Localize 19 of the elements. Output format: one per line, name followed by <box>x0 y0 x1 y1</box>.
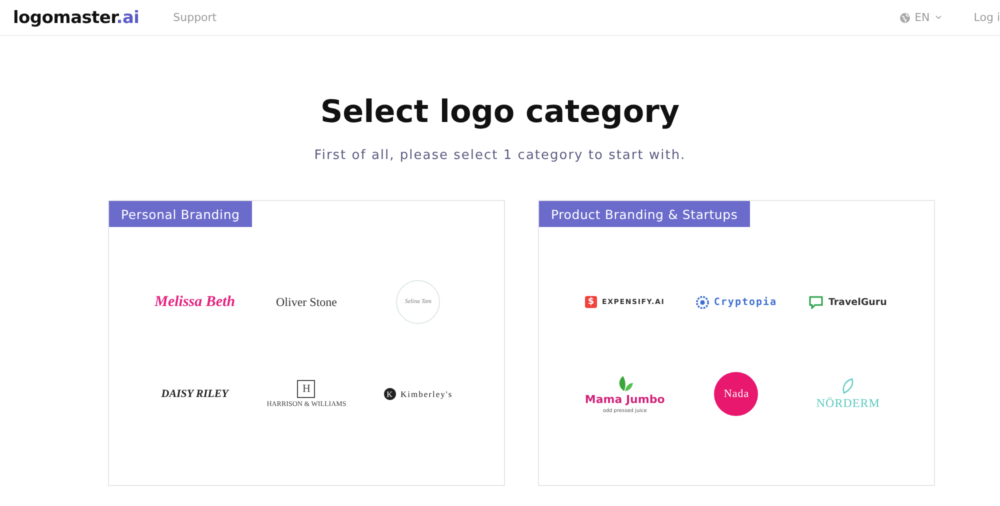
logo-name: Mama Jumbo <box>584 392 665 406</box>
category-label: Product Branding & Startups <box>539 201 750 227</box>
logo-name: Oliver Stone <box>276 294 337 310</box>
logo-name: TravelGuru <box>828 296 887 308</box>
logo-name: Kimberley's <box>400 389 453 399</box>
logo-name: DAISY RILEY <box>161 388 228 400</box>
page-title: Select logo category <box>319 94 681 130</box>
logo-name: Cryptopia <box>714 296 778 308</box>
monogram-icon: H <box>297 380 316 398</box>
page-subtitle: First of all, please select 1 category to start with. <box>313 148 687 163</box>
category-label: Personal Branding <box>109 201 252 227</box>
dollar-icon: $ <box>585 296 598 308</box>
logo-name: NÖRDERM <box>816 396 880 410</box>
globe-icon <box>900 12 910 22</box>
chevron-down-icon <box>934 15 942 20</box>
monogram-icon: K <box>384 388 396 400</box>
logo-name: Melissa Beth <box>154 294 236 310</box>
brand-logo[interactable]: logomaster.ai <box>13 8 140 28</box>
circle-logo: Nada <box>714 372 758 416</box>
